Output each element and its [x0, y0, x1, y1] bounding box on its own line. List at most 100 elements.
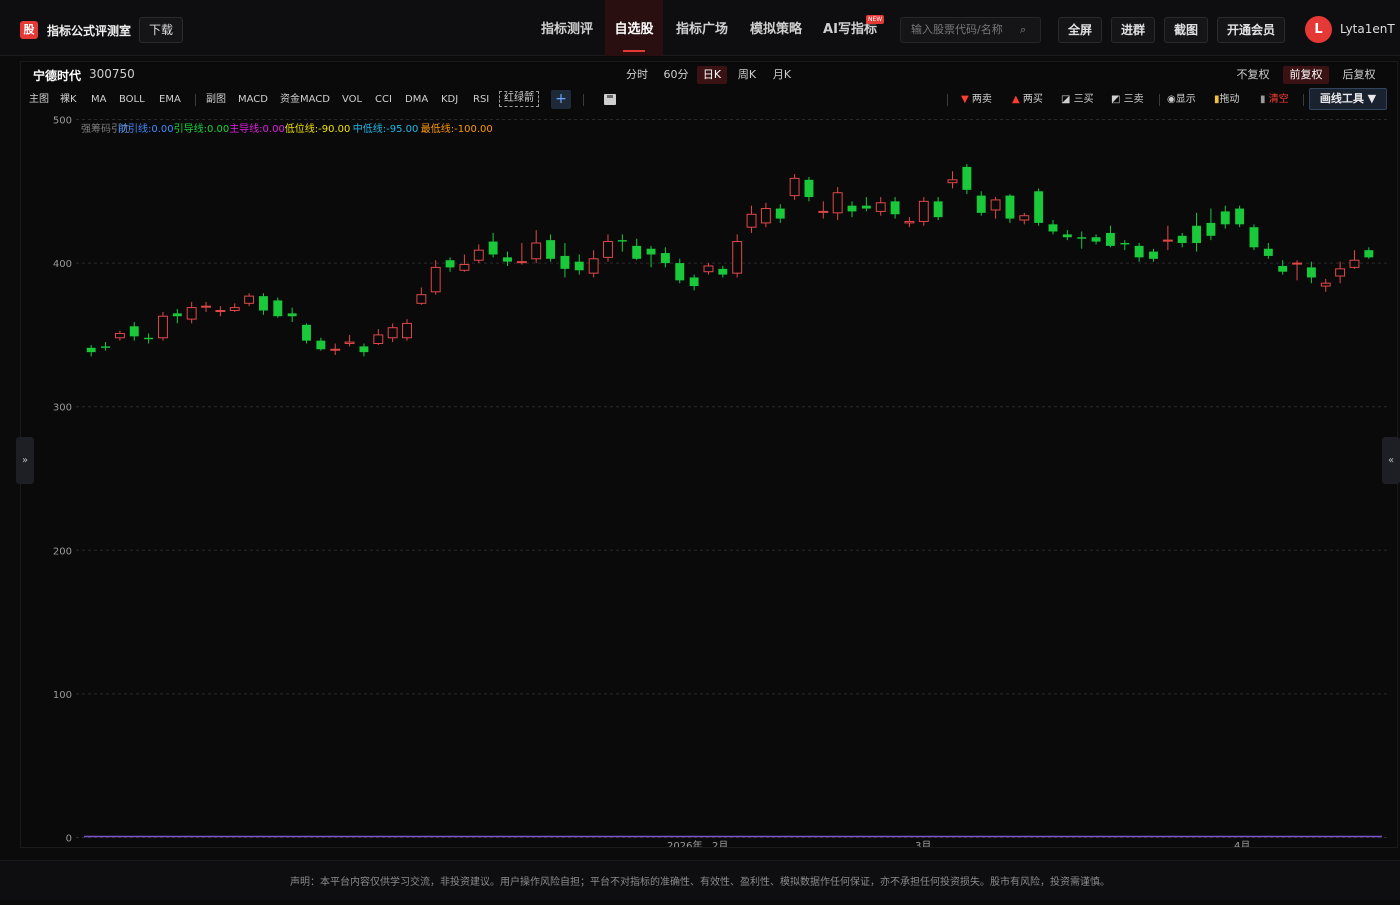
y-tick-label: 300	[53, 403, 72, 414]
y-tick-label: 0	[66, 834, 72, 845]
screenshot-button[interactable]: 截图	[1164, 17, 1208, 43]
membership-button[interactable]: 开通会员	[1217, 17, 1285, 43]
candle-body-up	[990, 199, 1001, 211]
candle-body-up	[703, 265, 714, 273]
brand-title: 指标公式评测室	[47, 24, 132, 38]
candlestick-chart[interactable]: 0100200300400500强筹码引力前引线:0.00 引导线:0.00 主导线…	[22, 112, 1398, 847]
indicator-kdj[interactable]: KDJ	[441, 93, 458, 107]
candle-body-down	[574, 261, 584, 271]
add-indicator-button[interactable]: +	[551, 90, 571, 109]
tool-label: 三买	[1073, 94, 1094, 105]
nav-ai-write-indicator[interactable]: AI写指标	[815, 0, 885, 56]
candle-body-down	[1249, 227, 1259, 248]
candle-body-down	[632, 245, 642, 259]
candle-body-up	[473, 249, 484, 261]
indicator-main-chart[interactable]: 主图	[29, 93, 49, 107]
legend-item: 引导线:0.00	[174, 122, 230, 135]
indicator-boll[interactable]: BOLL	[119, 93, 145, 107]
tool-clear[interactable]: ▮ 清空	[1260, 93, 1289, 107]
candle-body-down	[1278, 265, 1288, 272]
candle-body-down	[1105, 232, 1115, 246]
drawing-tools-dropdown[interactable]: 画线工具 ▼	[1309, 88, 1387, 110]
search-icon[interactable]: ⌕	[1020, 23, 1026, 37]
candle-body-down	[962, 166, 972, 190]
candle-body-down	[1077, 237, 1087, 239]
indicator-cci[interactable]: CCI	[375, 93, 392, 107]
chart-box-icon: ◪	[1061, 94, 1071, 105]
candle-body-down	[718, 268, 728, 275]
candle-body-up	[904, 220, 915, 224]
tool-label: 显示	[1175, 94, 1196, 105]
indicator-macd[interactable]: MACD	[238, 93, 268, 107]
adjust-backward[interactable]: 后复权	[1338, 66, 1380, 84]
candle-body-up	[1320, 282, 1331, 287]
fullscreen-button[interactable]: 全屏	[1058, 17, 1102, 43]
new-badge: NEW	[866, 15, 885, 24]
candle-body-up	[947, 179, 958, 184]
adjust-forward[interactable]: 前复权	[1283, 66, 1329, 84]
indicator-fund-macd[interactable]: 资金MACD	[280, 93, 330, 107]
candle-body-up	[201, 305, 211, 308]
candle-body-down	[675, 263, 685, 281]
indicator-sub-chart[interactable]: 副图	[206, 93, 226, 107]
nav-simulated-strategy[interactable]: 模拟策略	[741, 0, 811, 56]
period-60min[interactable]: 60分	[660, 66, 692, 84]
indicator-ma[interactable]: MA	[91, 93, 106, 107]
tool-three-sell[interactable]: ◩ 三卖	[1111, 93, 1144, 107]
period-monthly[interactable]: 月K	[767, 66, 797, 84]
tool-three-buy[interactable]: ◪ 三买	[1061, 93, 1094, 107]
period-daily[interactable]: 日K	[697, 66, 727, 84]
candle-body-down	[1364, 250, 1374, 258]
nav-indicator-square[interactable]: 指标广场	[666, 0, 738, 56]
indicator-vol[interactable]: VOL	[342, 93, 362, 107]
candle-body-up	[1335, 268, 1346, 277]
candle-body-up	[114, 332, 125, 339]
indicator-ema[interactable]: EMA	[159, 93, 181, 107]
candle-body-down	[804, 179, 814, 198]
candle-body-down	[1220, 211, 1230, 225]
candle-body-down	[1206, 222, 1216, 236]
candle-body-down	[1134, 245, 1144, 258]
period-intraday[interactable]: 分时	[622, 66, 652, 84]
candle-body-down	[1263, 248, 1273, 256]
save-icon[interactable]	[604, 94, 616, 105]
candle-body-down	[1235, 208, 1245, 225]
candle-body-down	[172, 313, 182, 317]
trash-icon: ▮	[1260, 94, 1266, 105]
candle-body-down	[1091, 237, 1101, 242]
tool-two-buy[interactable]: ▲ 两买	[1012, 93, 1043, 107]
candle-body-up	[1292, 262, 1302, 265]
candle-body-down	[258, 296, 268, 311]
candle-body-up	[430, 266, 441, 293]
sell-triangle-icon: ▼	[961, 94, 969, 105]
candle-body-down	[287, 313, 297, 317]
nav-indicator-review[interactable]: 指标测评	[531, 0, 603, 56]
adjust-none[interactable]: 不复权	[1233, 66, 1273, 84]
indicator-red-green-arrow[interactable]: 红绿箭	[499, 91, 539, 107]
candle-body-up	[818, 210, 829, 213]
candle-body-down	[560, 255, 570, 269]
tool-show[interactable]: ◉显示	[1167, 93, 1196, 107]
tool-two-sell[interactable]: ▼ 两卖	[961, 93, 992, 107]
candle-body-down	[847, 205, 857, 212]
indicator-rsi[interactable]: RSI	[473, 93, 489, 107]
candle-body-down	[933, 201, 943, 218]
username[interactable]: Lyta1enT	[1340, 22, 1395, 36]
nav-watchlist[interactable]: 自选股	[605, 0, 663, 56]
join-group-button[interactable]: 进群	[1111, 17, 1155, 43]
download-button[interactable]: 下载	[139, 17, 183, 43]
tool-drag[interactable]: ▮拖动	[1214, 93, 1240, 107]
period-weekly[interactable]: 周K	[732, 66, 762, 84]
candle-body-up	[603, 241, 613, 258]
legend-item: 前引线:0.00	[118, 122, 174, 135]
x-tick-label: 3月	[915, 840, 931, 847]
candle-body-down	[546, 240, 556, 259]
indicator-naked-k[interactable]: 裸K	[60, 93, 77, 107]
candle-body-down	[861, 205, 871, 209]
candle-body-up	[459, 264, 470, 271]
candle-body-up	[516, 261, 527, 264]
x-tick-label: 2月	[712, 840, 728, 847]
y-tick-label: 400	[53, 259, 72, 270]
indicator-dma[interactable]: DMA	[405, 93, 428, 107]
avatar[interactable]: L	[1305, 16, 1332, 43]
